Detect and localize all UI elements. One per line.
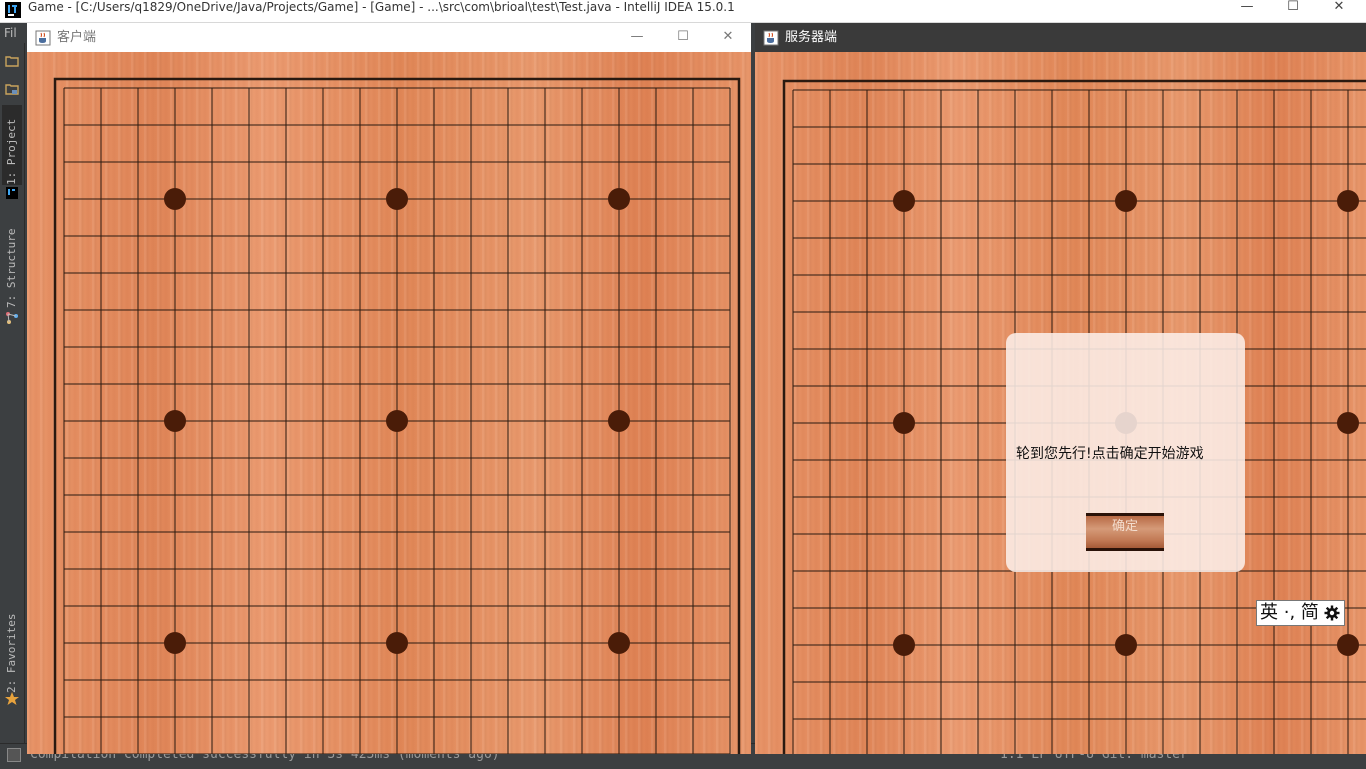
star-point — [386, 410, 408, 432]
folder-icon[interactable] — [4, 53, 20, 69]
star-point — [1115, 634, 1137, 656]
star-point — [893, 634, 915, 656]
project-structure-icon[interactable] — [4, 81, 20, 97]
star-point — [608, 188, 630, 210]
intellij-small-icon — [6, 187, 18, 199]
client-close-icon[interactable]: ✕ — [705, 23, 751, 52]
confirm-button[interactable]: 确定 — [1086, 513, 1164, 551]
server-window: 服务器端 轮到您先行!点击确定开始游戏 确定 — [755, 23, 1366, 754]
star-point — [1337, 634, 1359, 656]
ime-indicator[interactable]: 英 ·, 简 — [1256, 600, 1345, 626]
star-point — [893, 190, 915, 212]
client-window-title: 客户端 — [57, 30, 97, 45]
tab-structure[interactable]: 7: Structure — [2, 218, 22, 308]
star-point — [386, 188, 408, 210]
toolwindow-toggle-icon[interactable] — [7, 748, 21, 762]
ide-maximize-icon[interactable]: ☐ — [1270, 0, 1316, 22]
star-point — [608, 410, 630, 432]
star-point — [164, 632, 186, 654]
star-point — [1337, 412, 1359, 434]
turn-dialog: 轮到您先行!点击确定开始游戏 确定 — [1006, 333, 1245, 572]
gear-icon[interactable] — [1324, 605, 1340, 621]
ide-titlebar: Game - [C:/Users/q1829/OneDrive/Java/Pro… — [0, 0, 1366, 23]
structure-icon — [6, 312, 18, 324]
star-icon — [5, 692, 19, 705]
client-board-area[interactable] — [27, 52, 751, 754]
tab-project[interactable]: 1: Project — [2, 105, 22, 185]
client-titlebar: 客户端 — ☐ ✕ — [27, 23, 751, 52]
star-point — [1337, 190, 1359, 212]
java-cup-icon — [35, 30, 51, 46]
star-point — [386, 632, 408, 654]
star-point — [164, 188, 186, 210]
client-maximize-icon[interactable]: ☐ — [660, 23, 706, 52]
star-point — [164, 410, 186, 432]
ime-label: 英 ·, 简 — [1260, 602, 1319, 623]
ide-left-toolstrip: 1: Project 7: Structure 2: Favorites — [0, 43, 25, 743]
star-point — [893, 412, 915, 434]
tab-favorites[interactable]: 2: Favorites — [2, 603, 22, 693]
server-board-area[interactable]: 轮到您先行!点击确定开始游戏 确定 — [755, 52, 1366, 754]
intellij-logo-icon — [5, 2, 21, 18]
server-titlebar: 服务器端 — [755, 23, 1366, 52]
ide-window-title: Game - [C:/Users/q1829/OneDrive/Java/Pro… — [28, 0, 735, 14]
ide-close-icon[interactable]: ✕ — [1316, 0, 1362, 22]
java-cup-icon — [763, 30, 779, 46]
server-window-title: 服务器端 — [785, 30, 838, 45]
star-point — [608, 632, 630, 654]
star-point — [1115, 190, 1137, 212]
client-window: 客户端 — ☐ ✕ — [27, 23, 751, 754]
dialog-message: 轮到您先行!点击确定开始游戏 — [1016, 446, 1204, 462]
ide-minimize-icon[interactable]: — — [1224, 0, 1270, 22]
client-minimize-icon[interactable]: — — [614, 23, 660, 52]
client-go-board[interactable] — [27, 52, 751, 754]
